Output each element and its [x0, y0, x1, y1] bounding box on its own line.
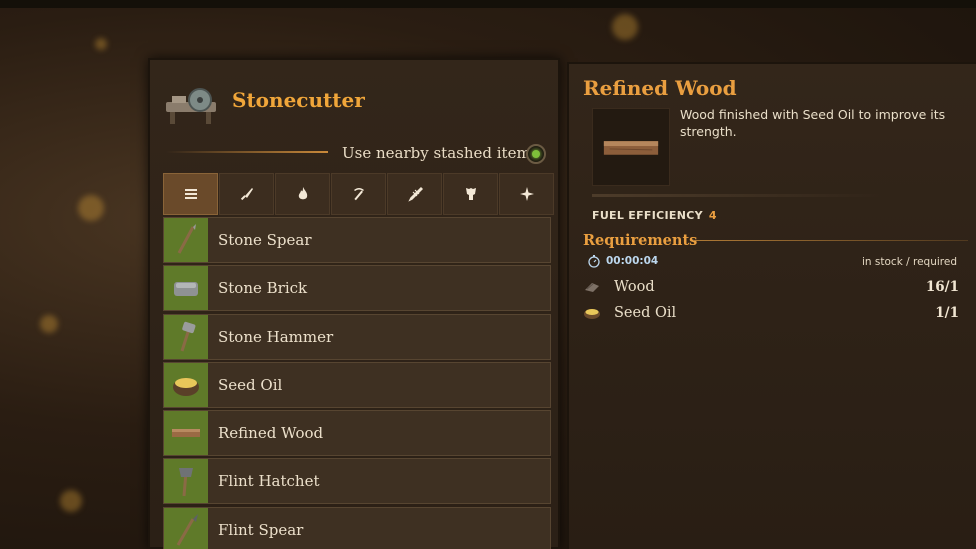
flint-hatchet-icon	[179, 468, 193, 497]
recipe-label: Seed Oil	[218, 375, 283, 394]
top-bar	[0, 0, 976, 8]
item-detail-panel: Refined Wood Wood finished with Seed Oil…	[567, 62, 976, 549]
requirement-count: 1/1	[935, 305, 959, 321]
flint-spear-icon	[176, 513, 198, 546]
flame-icon	[298, 187, 307, 200]
divider-line	[592, 194, 882, 197]
recipe-flint-hatchet[interactable]: Flint Hatchet	[163, 458, 551, 505]
divider-line	[166, 151, 328, 153]
bokeh-light	[78, 195, 104, 221]
armor-icon	[465, 188, 476, 200]
recipe-list: Stone Spear Stone Brick Stone Hammer See…	[163, 217, 551, 549]
fuel-efficiency: FUEL EFFICIENCY 4	[592, 209, 717, 222]
recipe-seed-oil[interactable]: Seed Oil	[163, 361, 551, 408]
item-image	[592, 108, 670, 186]
bokeh-light	[95, 38, 107, 50]
stock-header: in stock / required	[862, 256, 957, 268]
feather-icon	[407, 186, 423, 202]
recipe-stone-brick[interactable]: Stone Brick	[163, 265, 551, 312]
requirement-name: Wood	[614, 279, 655, 295]
recipe-refined-wood[interactable]: Refined Wood	[163, 410, 551, 457]
recipe-label: Flint Hatchet	[218, 472, 320, 491]
recipe-label: Flint Spear	[218, 520, 304, 539]
recipe-label: Stone Hammer	[218, 327, 334, 346]
crafting-panel: Stonecutter Use nearby stashed items Sto…	[148, 58, 560, 549]
recipe-flint-spear[interactable]: Flint Spear	[163, 506, 551, 549]
stone-hammer-icon	[180, 321, 196, 352]
item-description: Wood finished with Seed Oil to improve i…	[680, 107, 946, 139]
requirements-title: Requirements	[583, 232, 698, 249]
recipe-label: Refined Wood	[218, 424, 324, 443]
recipe-thumbnail	[164, 266, 208, 311]
tab-armor[interactable]	[443, 173, 498, 215]
sparkle-icon	[519, 187, 534, 201]
recipe-stone-hammer[interactable]: Stone Hammer	[163, 313, 551, 360]
requirement-row: Wood 16/1	[583, 276, 959, 298]
craft-time: 00:00:04	[587, 254, 658, 268]
recipe-thumbnail	[164, 314, 208, 359]
stone-spear-icon	[177, 224, 196, 254]
fuel-label: FUEL EFFICIENCY	[592, 209, 703, 222]
bokeh-light	[60, 490, 82, 512]
pickaxe-icon	[353, 188, 364, 201]
stone-brick-icon	[174, 282, 198, 297]
bokeh-light	[40, 315, 58, 333]
refined-wood-icon	[603, 141, 659, 155]
stash-label: Use nearby stashed items	[342, 144, 539, 162]
recipe-thumbnail	[164, 362, 208, 407]
recipe-thumbnail	[164, 507, 208, 549]
wood-icon	[585, 283, 599, 292]
craft-time-value: 00:00:04	[606, 255, 659, 267]
recipe-label: Stone Spear	[218, 231, 312, 249]
divider-line	[693, 240, 968, 241]
item-title: Refined Wood	[583, 76, 737, 100]
tab-all[interactable]	[163, 173, 218, 215]
tab-ammo[interactable]	[387, 173, 442, 215]
tab-weapons[interactable]	[219, 173, 274, 215]
stopwatch-icon	[588, 255, 600, 268]
fuel-value: 4	[708, 209, 717, 222]
refined-wood-icon	[172, 429, 200, 438]
recipe-thumbnail	[164, 459, 208, 504]
requirement-row: Seed Oil 1/1	[583, 302, 959, 324]
recipe-thumbnail	[164, 218, 208, 262]
recipe-thumbnail	[164, 411, 208, 456]
seed-oil-icon	[173, 377, 199, 396]
station-title: Stonecutter	[232, 88, 365, 112]
recipe-stone-spear[interactable]: Stone Spear	[163, 217, 551, 263]
stonecutter-icon	[164, 84, 220, 126]
tab-misc[interactable]	[499, 173, 554, 215]
list-icon	[184, 189, 197, 199]
requirement-count: 16/1	[925, 279, 959, 295]
recipe-label: Stone Brick	[218, 279, 308, 298]
stash-toggle[interactable]	[526, 144, 546, 164]
bokeh-light	[612, 14, 638, 40]
tab-tools[interactable]	[331, 173, 386, 215]
category-tabs	[163, 173, 554, 215]
blade-icon	[240, 188, 253, 201]
tab-fire[interactable]	[275, 173, 330, 215]
requirement-name: Seed Oil	[614, 305, 677, 321]
seed-oil-icon	[584, 309, 600, 319]
